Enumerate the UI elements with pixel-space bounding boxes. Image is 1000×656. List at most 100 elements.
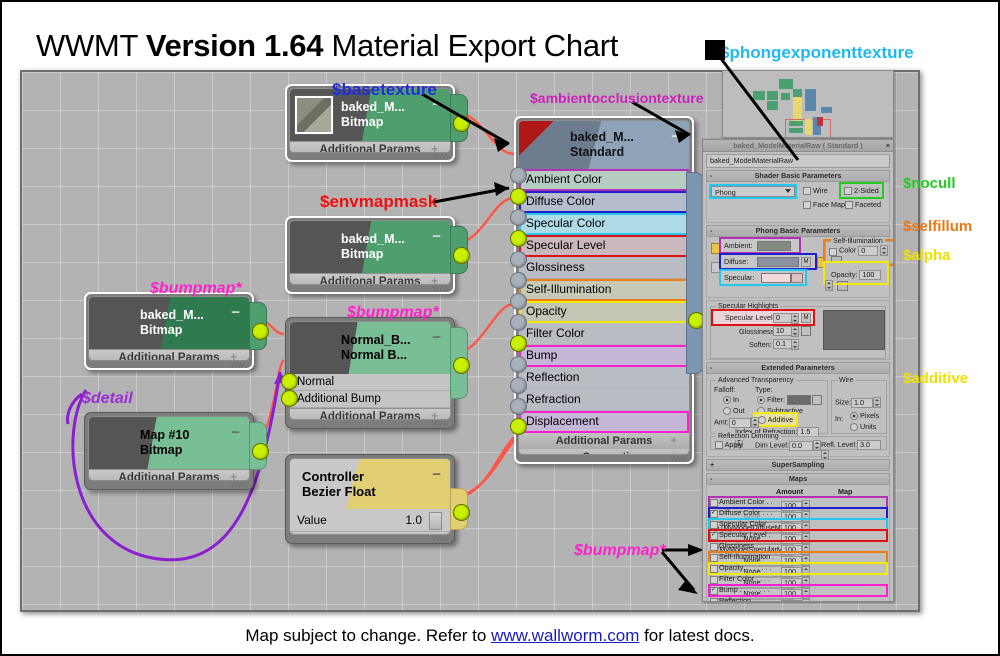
material-editor-titlebar[interactable]: baked_ModelMaterialRaw ( Standard ) × xyxy=(703,140,893,152)
specular-level-map-button[interactable]: M xyxy=(801,313,811,323)
standard-mr-connection[interactable]: mr Connection + xyxy=(519,449,689,454)
material-slot-filter-color[interactable]: Filter Color xyxy=(519,323,689,345)
output-socket[interactable] xyxy=(252,443,269,460)
input-socket-refraction[interactable] xyxy=(510,377,527,394)
material-slot-specular-color[interactable]: Specular Color xyxy=(519,213,689,235)
specular-swatch-2[interactable] xyxy=(791,273,803,283)
checkbox-icon[interactable] xyxy=(803,187,811,196)
self-illum-value[interactable]: 0 xyxy=(858,245,879,256)
expand-icon[interactable]: + xyxy=(431,409,438,419)
material-slot-glossiness[interactable]: Glossiness xyxy=(519,257,689,279)
input-socket-specular-color[interactable] xyxy=(510,209,527,226)
input-socket-additional-bump[interactable] xyxy=(281,390,298,407)
output-socket[interactable] xyxy=(453,247,470,264)
rollout-header[interactable]: - Shader Basic Parameters xyxy=(706,170,890,182)
resize-grip[interactable] xyxy=(671,456,687,461)
material-slot-bump[interactable]: Bump xyxy=(519,345,689,367)
checkbox-icon[interactable] xyxy=(710,521,718,529)
checkbox-icon[interactable] xyxy=(710,587,718,595)
checkbox-icon[interactable] xyxy=(715,441,723,450)
checkbox-icon[interactable] xyxy=(710,576,718,584)
input-socket-normal[interactable] xyxy=(281,373,298,390)
diffuse-map-button[interactable]: M xyxy=(801,257,811,267)
spinner-icon[interactable] xyxy=(880,245,889,256)
additional-params-row[interactable]: Additional Params + xyxy=(89,469,249,480)
map-amount-value[interactable]: 100 xyxy=(781,599,802,601)
specular-swatch[interactable] xyxy=(761,273,791,283)
radio-icon[interactable] xyxy=(850,412,858,421)
additional-params-row[interactable]: Additional Params + xyxy=(290,408,450,419)
input-socket-opacity[interactable] xyxy=(510,293,527,310)
input-socket-displacement[interactable] xyxy=(510,398,527,415)
wire-checkbox[interactable]: Wire xyxy=(803,186,828,196)
resize-grip[interactable] xyxy=(231,482,247,487)
filter-map-swatch[interactable] xyxy=(811,395,822,406)
input-row-additional-bump[interactable]: Additional Bump xyxy=(290,391,450,408)
spinner-icon[interactable] xyxy=(812,440,821,451)
map-row[interactable]: Glossiness . . . . . 100None xyxy=(710,541,886,567)
shader-dropdown[interactable]: Phong xyxy=(709,184,797,199)
checkbox-icon[interactable] xyxy=(710,510,718,518)
spinner-icon[interactable] xyxy=(791,339,799,350)
resize-grip[interactable] xyxy=(432,421,448,426)
radio-icon[interactable] xyxy=(850,423,858,432)
checkbox-icon[interactable] xyxy=(710,554,718,562)
ambient-color-row[interactable]: Ambient: xyxy=(719,237,801,254)
specular-color-row[interactable]: Specular: xyxy=(719,269,807,286)
expand-icon[interactable]: + xyxy=(431,142,438,152)
material-slot-self-illumination[interactable]: Self-Illumination xyxy=(519,279,689,301)
output-socket[interactable] xyxy=(252,323,269,340)
size-value[interactable]: 1.0 xyxy=(850,397,873,408)
opacity-value[interactable]: 100 xyxy=(859,270,882,281)
amt-value[interactable]: 0 xyxy=(728,417,751,428)
standard-additional-params[interactable]: Additional Params + xyxy=(519,433,689,449)
checkbox-icon[interactable] xyxy=(710,499,718,507)
input-socket-filter-color[interactable] xyxy=(510,314,527,331)
node-detail-bitmap[interactable]: Map #10 Bitmap − Additional Params + xyxy=(84,412,269,490)
material-slot-refraction[interactable]: Refraction xyxy=(519,389,689,411)
map-row[interactable]: Ambient Color . . 100None xyxy=(708,496,888,523)
dim-level-value[interactable]: 0.0 xyxy=(788,440,813,451)
checkbox-icon[interactable] xyxy=(710,543,718,551)
expand-icon[interactable]: + xyxy=(671,433,677,449)
collapse-icon[interactable]: - xyxy=(710,171,712,181)
spinner-icon[interactable] xyxy=(791,313,799,324)
map-row[interactable]: Specular Color . 100None xyxy=(708,518,888,545)
rollout-header[interactable]: - Maps xyxy=(706,473,890,485)
map-row[interactable]: Specular Level .1003 (MyModelSpecularMap… xyxy=(708,529,888,556)
additional-params-row[interactable]: Additional Params + xyxy=(290,141,450,152)
material-slot-specular-level[interactable]: Specular Level xyxy=(519,235,689,257)
opacity-swatch[interactable] xyxy=(837,280,848,291)
collapse-icon[interactable]: - xyxy=(710,474,712,484)
output-socket[interactable] xyxy=(453,504,470,521)
collapse-icon[interactable]: − xyxy=(231,305,240,320)
radio-icon[interactable] xyxy=(723,407,731,416)
checkbox-icon[interactable] xyxy=(829,248,837,256)
radio-icon[interactable] xyxy=(757,396,765,405)
node-bumpmap-bitmap[interactable]: baked_M... Bitmap − Additional Params + xyxy=(84,292,269,370)
two-sided-checkbox[interactable]: 2-Sided xyxy=(839,181,884,200)
material-slot-ambient-color[interactable]: Ambient Color xyxy=(519,169,689,191)
checkbox-icon[interactable] xyxy=(845,201,853,210)
spinner-icon[interactable] xyxy=(791,326,799,337)
map-row[interactable]: Filter Color . . . . 100None xyxy=(710,574,886,600)
input-socket-bump[interactable] xyxy=(510,335,527,352)
collapse-icon[interactable]: − xyxy=(231,425,240,440)
value-spinner[interactable] xyxy=(429,512,442,530)
resize-grip[interactable] xyxy=(432,286,448,291)
collapse-icon[interactable]: − xyxy=(671,129,680,144)
material-slot-reflection[interactable]: Reflection xyxy=(519,367,689,389)
refl-level-value[interactable]: 3.0 xyxy=(856,440,881,451)
resize-grip[interactable] xyxy=(231,362,247,367)
expand-icon[interactable]: + xyxy=(671,449,677,454)
rollout-header[interactable]: - Extended Parameters xyxy=(706,362,890,374)
expand-icon[interactable]: + xyxy=(230,350,237,360)
controller-value-row[interactable]: Value 1.0 xyxy=(290,509,450,532)
collapse-icon[interactable]: - xyxy=(710,226,712,236)
material-editor-panel[interactable]: baked_ModelMaterialRaw ( Standard ) × ba… xyxy=(702,139,894,602)
diffuse-color-row[interactable]: Diffuse: M xyxy=(719,253,817,270)
diffuse-swatch[interactable] xyxy=(757,257,799,267)
node-standard-material[interactable]: baked_M... Standard − Ambient Color Diffu… xyxy=(510,116,705,464)
input-socket-additional-params[interactable] xyxy=(510,418,527,435)
material-name-field[interactable]: baked_ModelMaterialRaw xyxy=(706,154,890,168)
